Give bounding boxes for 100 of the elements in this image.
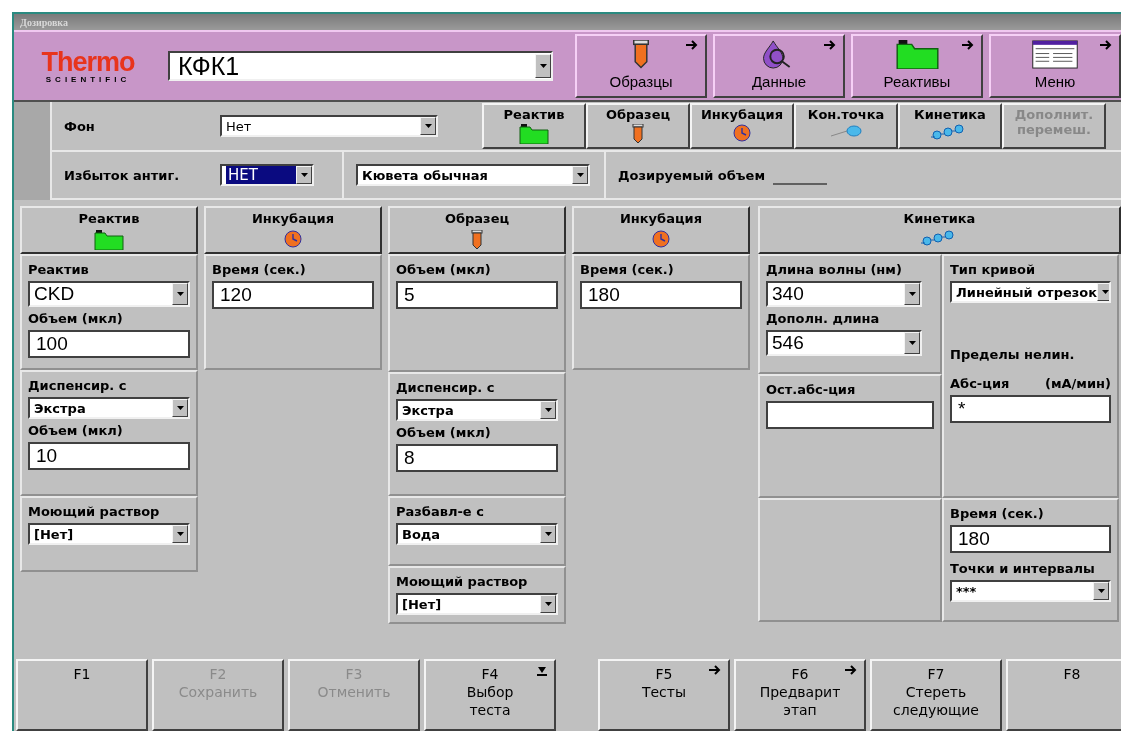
- dropdown-button[interactable]: [172, 525, 188, 543]
- arrow-icon: [1099, 40, 1113, 50]
- logo: Thermo SCIENTIFIC: [40, 48, 136, 84]
- step-button[interactable]: Кон.точка: [794, 103, 898, 149]
- dropdown-field[interactable]: Нет: [220, 115, 438, 137]
- nav-button[interactable]: Реактивы: [851, 34, 983, 98]
- nav-button[interactable]: Образцы: [575, 34, 707, 98]
- caret-icon: [424, 124, 432, 128]
- input-field[interactable]: [766, 401, 934, 429]
- clock-icon: [284, 230, 302, 248]
- bead-icon: [829, 124, 863, 138]
- dropdown-field[interactable]: Экстра: [396, 399, 558, 421]
- dropdown-button[interactable]: [1093, 582, 1109, 600]
- field-label: Время (сек.): [212, 262, 307, 277]
- field-label: Фон: [63, 118, 96, 134]
- panel-title: Инкубация: [251, 211, 335, 226]
- dropdown-field[interactable]: НЕТ: [220, 164, 314, 186]
- input-field[interactable]: 180: [950, 525, 1111, 553]
- clock-icon: [652, 230, 670, 248]
- function-key[interactable]: F6 Предварит этап: [734, 659, 866, 731]
- dropdown-button[interactable]: [535, 54, 551, 78]
- arrow-icon: [685, 40, 699, 50]
- dropdown-field[interactable]: 340: [766, 281, 922, 307]
- input-field[interactable]: 5: [396, 281, 558, 309]
- caret-icon: [908, 341, 916, 345]
- test-tube-icon: [632, 40, 650, 69]
- arrow-icon: [961, 40, 975, 50]
- function-key[interactable]: F5 Тесты: [598, 659, 730, 731]
- panel-title: Реактив: [78, 211, 140, 226]
- step-button[interactable]: Кинетика: [898, 103, 1002, 149]
- field-label: Время (сек.): [580, 262, 675, 277]
- input-field[interactable]: 8: [396, 444, 558, 472]
- input-field[interactable]: *: [950, 395, 1111, 423]
- dropdown-button[interactable]: [172, 283, 188, 305]
- field-label: Моющий раствор: [28, 504, 161, 519]
- window-title: Дозировка: [20, 16, 68, 28]
- dropdown-field[interactable]: Вода: [396, 523, 558, 545]
- step-button[interactable]: Инкубация: [690, 103, 794, 149]
- field-label: Точки и интервалы: [950, 561, 1096, 576]
- input-field[interactable]: 10: [28, 442, 190, 470]
- field-label: Разбавл-е с: [396, 504, 485, 519]
- dropdown-field[interactable]: CKD: [28, 281, 190, 307]
- field-label: Ост.абс-ция: [766, 382, 857, 397]
- field-label: Объем (мкл): [28, 311, 124, 326]
- arrow-icon: [708, 665, 722, 675]
- test-tube-icon: [632, 124, 644, 144]
- field-label: Моющий раствор: [396, 574, 529, 589]
- folder-icon: [519, 124, 549, 144]
- dropdown-button[interactable]: [420, 117, 436, 135]
- dropdown-field[interactable]: [Нет]: [28, 523, 190, 545]
- dropdown-field[interactable]: Экстра: [28, 397, 190, 419]
- caret-icon: [544, 532, 552, 536]
- caret-icon: [908, 292, 916, 296]
- caret-icon: [1101, 290, 1109, 294]
- field-label: Диспенсир. с: [28, 378, 128, 393]
- arrow-icon: [844, 665, 858, 675]
- dropdown-button[interactable]: [296, 166, 312, 184]
- dropdown-button[interactable]: [1097, 283, 1109, 301]
- nav-button[interactable]: Данные: [713, 34, 845, 98]
- field-label: Дополн. длина: [766, 311, 881, 326]
- function-key[interactable]: F7 Стереть следующие: [870, 659, 1002, 731]
- dropdown-button[interactable]: [540, 595, 556, 613]
- caret-icon: [539, 64, 547, 68]
- field-label: Избыток антиг.: [63, 167, 181, 183]
- panel-title: Образец: [444, 211, 510, 226]
- dropdown-field[interactable]: 546: [766, 330, 922, 356]
- caret-icon: [176, 532, 184, 536]
- dropdown-button[interactable]: [540, 525, 556, 543]
- input-field[interactable]: 100: [28, 330, 190, 358]
- dropdown-field[interactable]: Линейный отрезок: [950, 281, 1111, 303]
- input-field[interactable]: 120: [212, 281, 374, 309]
- field-label: Дозируемый объем: [617, 167, 765, 183]
- function-key[interactable]: F8: [1006, 659, 1121, 731]
- download-icon: [536, 665, 548, 677]
- step-button[interactable]: Образец: [586, 103, 690, 149]
- nav-button[interactable]: Меню: [989, 34, 1121, 98]
- field-label: Абс-ция: [950, 376, 1010, 391]
- field-label: Объем (мкл): [396, 262, 492, 277]
- panel-title: Кинетика: [903, 211, 976, 226]
- dropdown-button[interactable]: [572, 166, 588, 184]
- field-label: Объем (мкл): [28, 423, 124, 438]
- dropdown-button[interactable]: [540, 401, 556, 419]
- field-label: Диспенсир. с: [396, 380, 496, 395]
- folder-icon: [894, 40, 940, 69]
- dropdown-button[interactable]: [904, 332, 920, 354]
- clock-icon: [733, 124, 751, 142]
- test-dropdown[interactable]: КФК1: [168, 51, 553, 81]
- function-key[interactable]: F1: [16, 659, 148, 731]
- step-button[interactable]: Реактив: [482, 103, 586, 149]
- dropdown-button[interactable]: [904, 283, 920, 305]
- caret-icon: [300, 173, 308, 177]
- field-label: Объем (мкл): [396, 425, 492, 440]
- field-label: Тип кривой: [950, 262, 1036, 277]
- dropdown-field[interactable]: [Нет]: [396, 593, 558, 615]
- dropdown-field[interactable]: ***: [950, 580, 1111, 602]
- dropdown-field[interactable]: Кювета обычная: [356, 164, 590, 186]
- caret-icon: [544, 602, 552, 606]
- function-key[interactable]: F4 Выбор теста: [424, 659, 556, 731]
- dropdown-button[interactable]: [172, 399, 188, 417]
- input-field[interactable]: 180: [580, 281, 742, 309]
